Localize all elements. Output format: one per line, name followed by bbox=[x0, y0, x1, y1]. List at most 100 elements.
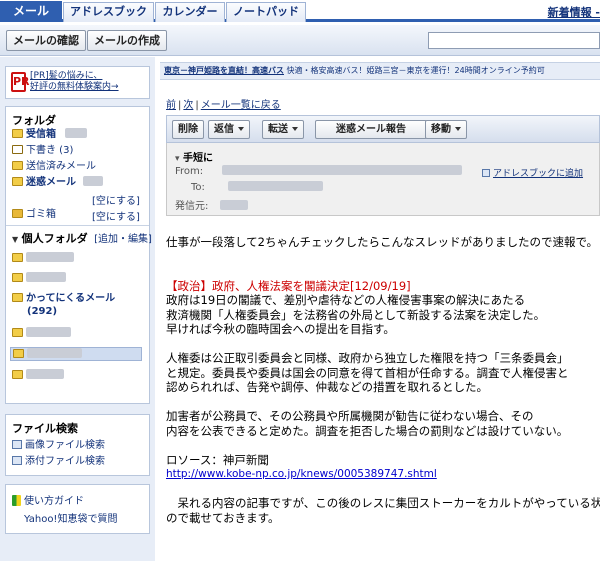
flag-icon[interactable]: ▾ bbox=[175, 154, 180, 164]
divider bbox=[6, 225, 149, 226]
body-line: 人権委は公正取引委員会と同様、政府から独立した権限を持つ「三条委員会」 bbox=[166, 351, 569, 365]
ad-banner-text: 快適・格安高速バス！姫路三宮－東京を運行！24時間オンライン予約可 bbox=[284, 66, 545, 75]
redacted-folder-name bbox=[26, 327, 71, 337]
personal-folder-selected[interactable] bbox=[10, 347, 142, 361]
folder-inbox-label: 受信箱 bbox=[26, 129, 56, 140]
promo-box[interactable]: PR [PR]髪の悩みに、 好評の無料体験案内→ bbox=[5, 66, 150, 99]
chevron-down-icon bbox=[455, 127, 461, 131]
tab-notepad-label: ノートパッド bbox=[233, 5, 299, 18]
body-intro: 仕事が一段落して2ちゃんチェックしたらこんなスレッドがありましたので速報で。 bbox=[166, 235, 599, 249]
kattekuru-count: (292) bbox=[27, 306, 58, 317]
body-line: 呆れる内容の記事ですが、この後のレスに集団ストーカーをカルトがやっている状況 bbox=[166, 496, 600, 510]
from-label: From: bbox=[175, 166, 204, 177]
message-action-bar: 削除 返信 転送 迷惑メール報告 移動 bbox=[166, 115, 600, 143]
tab-notepad[interactable]: ノートパッド bbox=[226, 2, 306, 22]
image-search-link[interactable]: 画像ファイル検索 bbox=[12, 439, 105, 453]
personal-folder-3[interactable] bbox=[12, 327, 71, 341]
attachment-icon bbox=[12, 456, 22, 465]
folder-icon bbox=[12, 328, 23, 337]
personal-folders-header: ▼ 個人フォルダ [追加・編集] bbox=[12, 230, 152, 246]
redacted-folder-name bbox=[26, 272, 66, 282]
from-row: From: bbox=[175, 165, 463, 177]
folder-icon bbox=[12, 273, 23, 282]
folder-drafts[interactable]: 下書き (3) bbox=[12, 144, 73, 158]
folder-inbox[interactable]: 受信箱 bbox=[12, 128, 88, 142]
promo-link[interactable]: [PR]髪の悩みに、 好評の無料体験案内→ bbox=[30, 71, 119, 93]
folder-trash[interactable]: ゴミ箱 bbox=[12, 208, 56, 222]
folder-trash-label: ゴミ箱 bbox=[26, 209, 56, 220]
add-to-addressbook-label: アドレスブックに追加 bbox=[493, 169, 584, 179]
redacted-folder-name bbox=[26, 252, 74, 262]
guide-link[interactable]: 使い方ガイド bbox=[12, 495, 84, 509]
redacted-count bbox=[65, 128, 88, 138]
message-body: 仕事が一段落して2ちゃんチェックしたらこんなスレッドがありましたので速報で。 【… bbox=[166, 235, 600, 525]
message-view: 東京－神戸姫路を直結！高速バス 快適・格安高速バス！姫路三宮－東京を運行！24時… bbox=[160, 57, 600, 561]
redacted-folder-name bbox=[27, 348, 82, 358]
personal-folders-edit-link[interactable]: [追加・編集] bbox=[94, 234, 152, 245]
body-line: 政府は19日の閣議で、差別や虐待などの人権侵害事案の解決にあたる bbox=[166, 293, 526, 307]
new-info-link[interactable]: 新着情報 - bbox=[548, 4, 600, 20]
chiebukuro-link[interactable]: Yahoo!知恵袋で質問 bbox=[24, 513, 117, 527]
kattekuru-label: かってにくるメール bbox=[26, 293, 116, 304]
body-source: ロソース：神戸新聞 bbox=[166, 452, 269, 467]
reply-label: 返信 bbox=[214, 124, 234, 135]
spam-empty-link[interactable]: [空にする] bbox=[92, 192, 140, 207]
body-headline: 【政治】政府、人権法案を閣議決定[12/09/19] bbox=[166, 278, 411, 293]
move-button[interactable]: 移動 bbox=[425, 120, 467, 139]
folder-spam-label: 迷惑メール bbox=[26, 177, 76, 188]
trash-empty-link[interactable]: [空にする] bbox=[92, 208, 140, 223]
delete-button[interactable]: 削除 bbox=[172, 120, 204, 139]
ad-banner[interactable]: 東京－神戸姫路を直結！高速バス 快適・格安高速バス！姫路三宮－東京を運行！24時… bbox=[160, 62, 600, 80]
body-line: 内容を公表できると定めた。調査を拒否した場合の罰則などは設けていない。 bbox=[166, 423, 569, 438]
chevron-down-icon bbox=[238, 127, 244, 131]
redacted-from-address bbox=[222, 165, 463, 175]
drafts-icon bbox=[12, 145, 23, 154]
chevron-down-icon bbox=[292, 127, 298, 131]
folder-sent[interactable]: 送信済みメール bbox=[12, 160, 96, 174]
redacted-sender bbox=[219, 200, 248, 210]
add-to-addressbook-link[interactable]: アドレスブックに追加 bbox=[482, 166, 583, 179]
sender-label: 発信元: bbox=[175, 201, 209, 212]
message-nav: 前 | 次 | メール一覧に戻る bbox=[166, 100, 281, 111]
beginner-mark-icon bbox=[12, 495, 21, 506]
main-toolbar: メールの確認 メールの作成 bbox=[0, 25, 600, 56]
next-message-link[interactable]: 次 bbox=[183, 100, 193, 111]
folder-spam[interactable]: 迷惑メール bbox=[12, 176, 104, 190]
tab-mail[interactable]: メール bbox=[0, 1, 62, 22]
folder-drafts-label: 下書き (3) bbox=[26, 145, 74, 156]
personal-folder-kattekuru[interactable]: かってにくるメール (292) bbox=[12, 292, 115, 320]
personal-folder-2[interactable] bbox=[12, 272, 66, 286]
folder-icon bbox=[12, 293, 23, 302]
move-label: 移動 bbox=[431, 124, 451, 135]
compose-button[interactable]: メールの作成 bbox=[87, 30, 167, 51]
back-to-list-link[interactable]: メール一覧に戻る bbox=[201, 100, 281, 111]
image-search-label: 画像ファイル検索 bbox=[25, 440, 105, 451]
tab-calendar[interactable]: カレンダー bbox=[155, 2, 225, 22]
body-line: と規定。委員長や委員は国会の同意を得て首相が任命する。調査で人権侵害と bbox=[166, 365, 569, 380]
folder-panel: フォルダ 受信箱 下書き (3) 送信済みメール 迷惑メール [空にする] ゴミ… bbox=[5, 106, 152, 404]
attachment-search-link[interactable]: 添付ファイル検索 bbox=[12, 455, 105, 469]
personal-folder-1[interactable] bbox=[12, 252, 74, 266]
prev-message-link[interactable]: 前 bbox=[166, 100, 176, 111]
image-icon bbox=[12, 440, 22, 449]
tab-addressbook[interactable]: アドレスブック bbox=[63, 2, 154, 22]
check-mail-button[interactable]: メールの確認 bbox=[6, 30, 86, 51]
personal-folder-4[interactable] bbox=[12, 369, 64, 383]
sidebar: PR [PR]髪の悩みに、 好評の無料体験案内→ フォルダ 受信箱 下書き (3… bbox=[0, 57, 155, 561]
folder-icon bbox=[12, 370, 23, 379]
collapse-triangle-icon[interactable]: ▼ bbox=[12, 235, 18, 244]
attachment-search-label: 添付ファイル検索 bbox=[25, 456, 105, 467]
to-row: To: bbox=[191, 181, 324, 193]
forward-label: 転送 bbox=[268, 124, 288, 135]
sent-folder-icon bbox=[12, 161, 23, 170]
inbox-folder-icon bbox=[12, 129, 23, 138]
tab-calendar-label: カレンダー bbox=[162, 5, 218, 18]
forward-button[interactable]: 転送 bbox=[262, 120, 304, 139]
search-input[interactable] bbox=[428, 32, 600, 49]
reply-button[interactable]: 返信 bbox=[208, 120, 250, 139]
spam-report-button[interactable]: 迷惑メール報告 bbox=[315, 120, 427, 139]
body-line: 認められれば、告発や調停、仲裁などの措置を取れるとした。 bbox=[166, 380, 488, 394]
to-label: To: bbox=[191, 182, 205, 193]
redacted-folder-name bbox=[26, 369, 64, 379]
source-url-link[interactable]: http://www.kobe-np.co.jp/knews/000538974… bbox=[166, 467, 600, 482]
